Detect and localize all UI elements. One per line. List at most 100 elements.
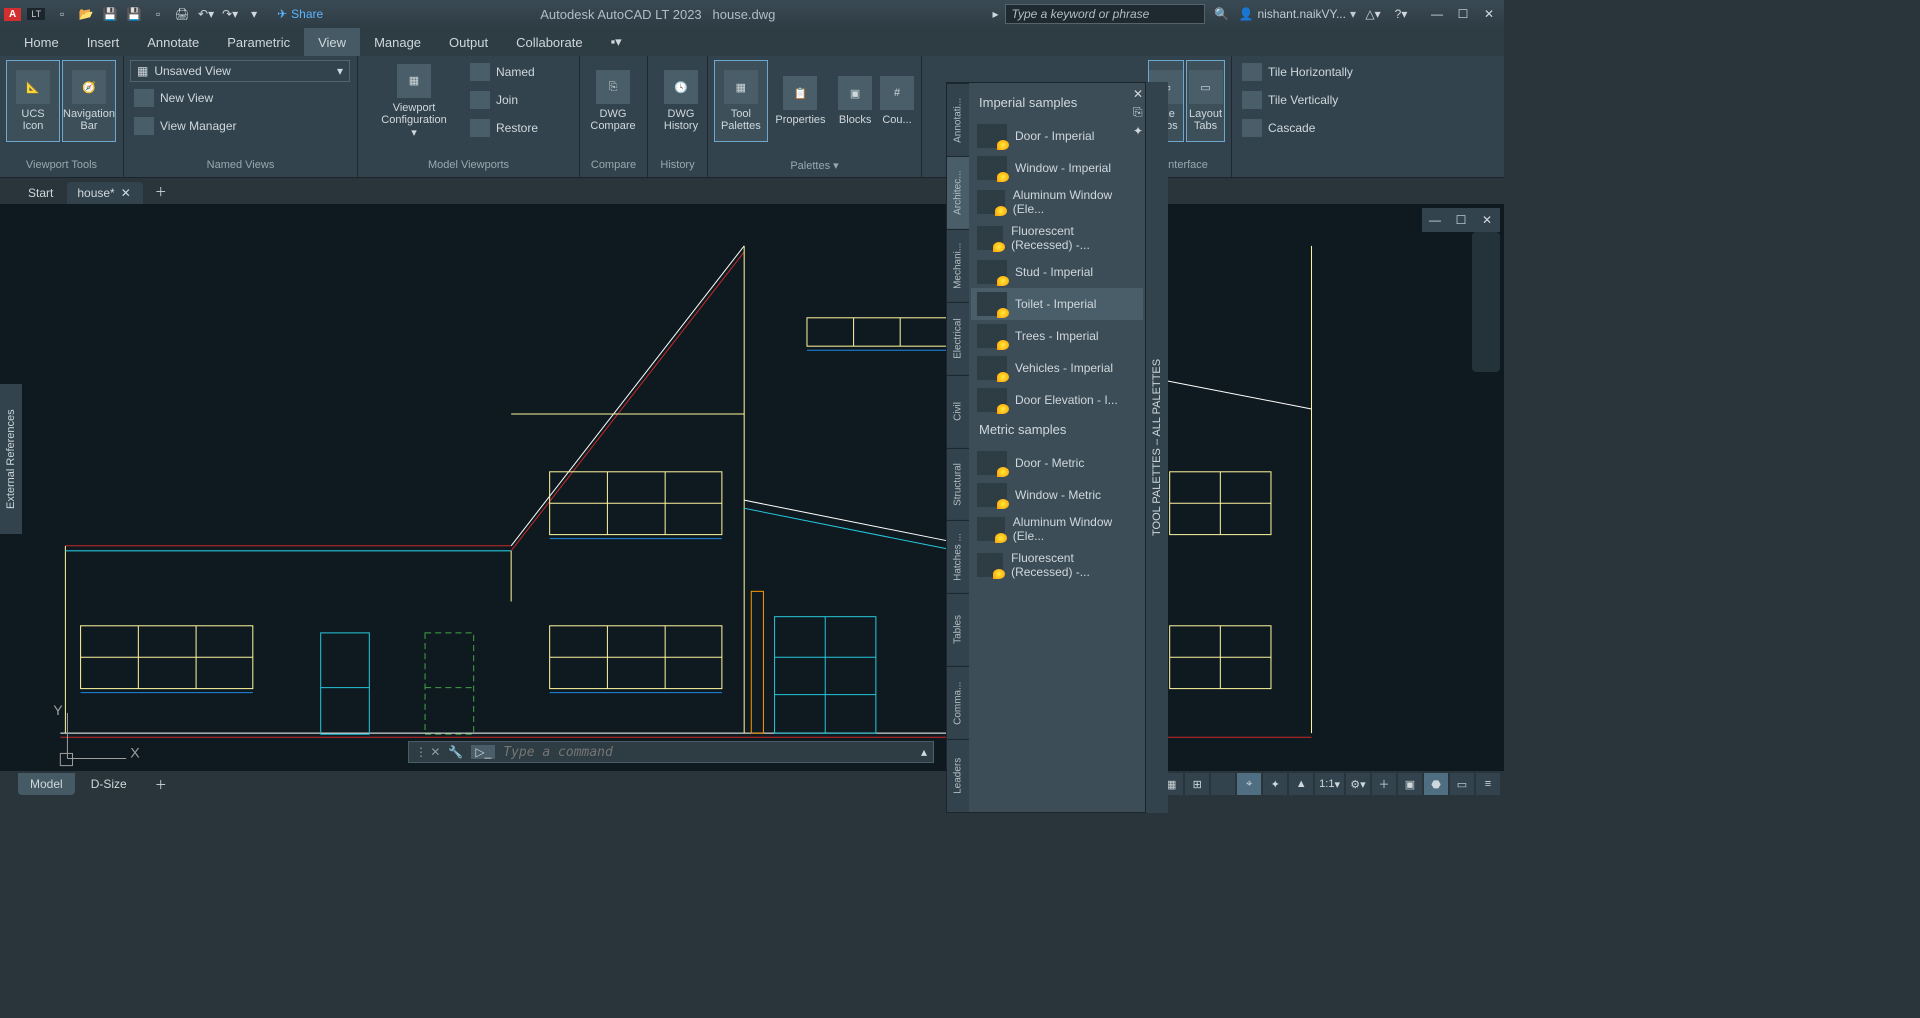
tab-house[interactable]: house*✕ — [67, 182, 142, 204]
panel-label[interactable]: Viewport Tools — [6, 157, 117, 177]
palette-menu-icon[interactable]: ✦ — [1133, 124, 1143, 138]
palette-item-fluor-m[interactable]: Fluorescent (Recessed) -... — [971, 547, 1143, 583]
search-icon[interactable]: 🔍 — [1211, 4, 1233, 24]
palette-cat-mechanical[interactable]: Mechani... — [947, 229, 969, 302]
save-icon[interactable]: 💾 — [99, 4, 121, 24]
wrench-icon[interactable]: 🔧 — [448, 745, 463, 759]
palette-cat-architectural[interactable]: Architec... — [947, 156, 969, 229]
open-icon[interactable]: 📂 — [75, 4, 97, 24]
menu-featured-apps[interactable]: ▪▾ — [597, 28, 636, 56]
palette-item-window[interactable]: Window - Imperial — [971, 152, 1143, 184]
palette-cat-structural[interactable]: Structural — [947, 448, 969, 521]
palette-item-trees[interactable]: Trees - Imperial — [971, 320, 1143, 352]
blocks-button[interactable]: ▣Blocks — [833, 60, 877, 142]
qat-dropdown-icon[interactable]: ▾ — [243, 4, 265, 24]
palette-item-door[interactable]: Door - Imperial — [971, 120, 1143, 152]
palette-close-icon[interactable]: ✕ — [1133, 87, 1143, 101]
palette-item-vehicles[interactable]: Vehicles - Imperial — [971, 352, 1143, 384]
help-icon[interactable]: ?▾ — [1390, 4, 1412, 24]
menu-collaborate[interactable]: Collaborate — [502, 28, 597, 56]
join-vp-button[interactable]: Join — [466, 88, 542, 112]
palette-cat-annotation[interactable]: Annotati... — [947, 83, 969, 156]
isolate-icon[interactable]: ▣ — [1398, 773, 1422, 795]
layout-tab-dsize[interactable]: D-Size — [79, 773, 139, 795]
panel-label[interactable]: Palettes ▾ — [714, 157, 915, 177]
layout-tabs-button[interactable]: ▭Layout Tabs — [1186, 60, 1225, 142]
palette-cat-civil[interactable]: Civil — [947, 375, 969, 448]
minimize-icon[interactable]: — — [1426, 4, 1448, 24]
palette-title-bar[interactable]: TOOL PALETTES – ALL PALETTES — [1146, 82, 1168, 813]
app-store-icon[interactable]: △▾ — [1362, 4, 1384, 24]
restore-vp-button[interactable]: Restore — [466, 116, 542, 140]
palette-cat-leaders[interactable]: Leaders — [947, 739, 969, 812]
cascade-button[interactable]: Cascade — [1238, 116, 1376, 140]
web-icon[interactable]: ▫ — [147, 4, 169, 24]
palette-item-door-elev[interactable]: Door Elevation - I... — [971, 384, 1143, 416]
count-button[interactable]: #Cou... — [879, 60, 915, 142]
palette-cat-hatches[interactable]: Hatches ... — [947, 520, 969, 593]
palette-item-door-m[interactable]: Door - Metric — [971, 447, 1143, 479]
command-input[interactable] — [503, 745, 913, 760]
cmdline-close-icon[interactable]: ⋮ ✕ — [415, 745, 440, 759]
maximize-icon[interactable]: ☐ — [1452, 4, 1474, 24]
infocenter-play-icon[interactable]: ▸ — [992, 7, 998, 21]
palette-cat-command[interactable]: Comma... — [947, 666, 969, 739]
iso-icon[interactable]: ▲ — [1289, 773, 1313, 795]
search-input[interactable]: Type a keyword or phrase — [1005, 4, 1205, 24]
redo-icon[interactable]: ↷▾ — [219, 4, 241, 24]
tab-start[interactable]: Start — [18, 182, 65, 204]
undo-icon[interactable]: ↶▾ — [195, 4, 217, 24]
menu-annotate[interactable]: Annotate — [133, 28, 213, 56]
view-manager-button[interactable]: View Manager — [130, 114, 351, 138]
model-space[interactable]: Y X — [35, 204, 1504, 771]
layout-tab-model[interactable]: Model — [18, 773, 75, 795]
dwg-history-button[interactable]: 🕓DWG History — [654, 60, 708, 142]
status-scale[interactable]: 1:1 ▾ — [1315, 773, 1344, 795]
snap-icon[interactable]: ⊞ — [1185, 773, 1209, 795]
command-line[interactable]: ⋮ ✕ 🔧 ▷_ ▴ — [408, 741, 934, 763]
menu-insert[interactable]: Insert — [73, 28, 134, 56]
new-layout-button[interactable]: ＋ — [143, 772, 179, 797]
menu-parametric[interactable]: Parametric — [213, 28, 304, 56]
osnap-icon[interactable]: ⌖ — [1237, 773, 1261, 795]
tool-palette[interactable]: Annotati... Architec... Mechani... Elect… — [946, 82, 1146, 813]
share-button[interactable]: ✈ Share — [277, 7, 323, 21]
drawing-canvas[interactable]: External References — ☐ ✕ — [0, 204, 1504, 771]
ucs-icon-button[interactable]: 📐UCS Icon — [6, 60, 60, 142]
view-combo[interactable]: ▦Unsaved View▾ — [130, 60, 350, 82]
tile-horizontal-button[interactable]: Tile Horizontally — [1238, 60, 1376, 84]
menu-view[interactable]: View — [304, 28, 360, 56]
polar-icon[interactable]: ✦ — [1263, 773, 1287, 795]
gear-icon[interactable]: ⚙▾ — [1346, 773, 1370, 795]
palette-cat-tables[interactable]: Tables — [947, 593, 969, 666]
close-icon[interactable]: ✕ — [121, 186, 131, 200]
properties-button[interactable]: 📋Properties — [770, 60, 832, 142]
palette-item-window-m[interactable]: Window - Metric — [971, 479, 1143, 511]
plus-icon[interactable]: ＋ — [1372, 773, 1396, 795]
palette-item-fluorescent[interactable]: Fluorescent (Recessed) -... — [971, 220, 1143, 256]
palette-item-alum-window[interactable]: Aluminum Window (Ele... — [971, 184, 1143, 220]
chevron-up-icon[interactable]: ▴ — [921, 745, 927, 759]
new-tab-button[interactable]: ＋ — [145, 179, 179, 204]
close-icon[interactable]: ✕ — [1478, 4, 1500, 24]
palette-item-alum-m[interactable]: Aluminum Window (Ele... — [971, 511, 1143, 547]
customize-icon[interactable]: ≡ — [1476, 773, 1500, 795]
menu-output[interactable]: Output — [435, 28, 502, 56]
new-view-button[interactable]: New View — [130, 86, 351, 110]
palette-item-toilet[interactable]: Toilet - Imperial — [971, 288, 1143, 320]
external-references-tab[interactable]: External References — [0, 384, 22, 534]
plot-icon[interactable]: 🖨 — [171, 4, 193, 24]
viewport-config-button[interactable]: ▦Viewport Configuration▾ — [364, 60, 464, 142]
clean-screen-icon[interactable]: ▭ — [1450, 773, 1474, 795]
new-icon[interactable]: ▫ — [51, 4, 73, 24]
menu-manage[interactable]: Manage — [360, 28, 435, 56]
named-vp-button[interactable]: Named — [466, 60, 542, 84]
user-account[interactable]: 👤 nishant.naikVY...▾ — [1239, 7, 1357, 21]
tile-vertical-button[interactable]: Tile Vertically — [1238, 88, 1376, 112]
palette-item-stud[interactable]: Stud - Imperial — [971, 256, 1143, 288]
hardware-accel-icon[interactable]: ⬣ — [1424, 773, 1448, 795]
navigation-bar-button[interactable]: 🧭Navigation Bar — [62, 60, 116, 142]
menu-home[interactable]: Home — [10, 28, 73, 56]
palette-pin-icon[interactable]: ⎘ — [1133, 105, 1143, 120]
saveas-icon[interactable]: 💾 — [123, 4, 145, 24]
